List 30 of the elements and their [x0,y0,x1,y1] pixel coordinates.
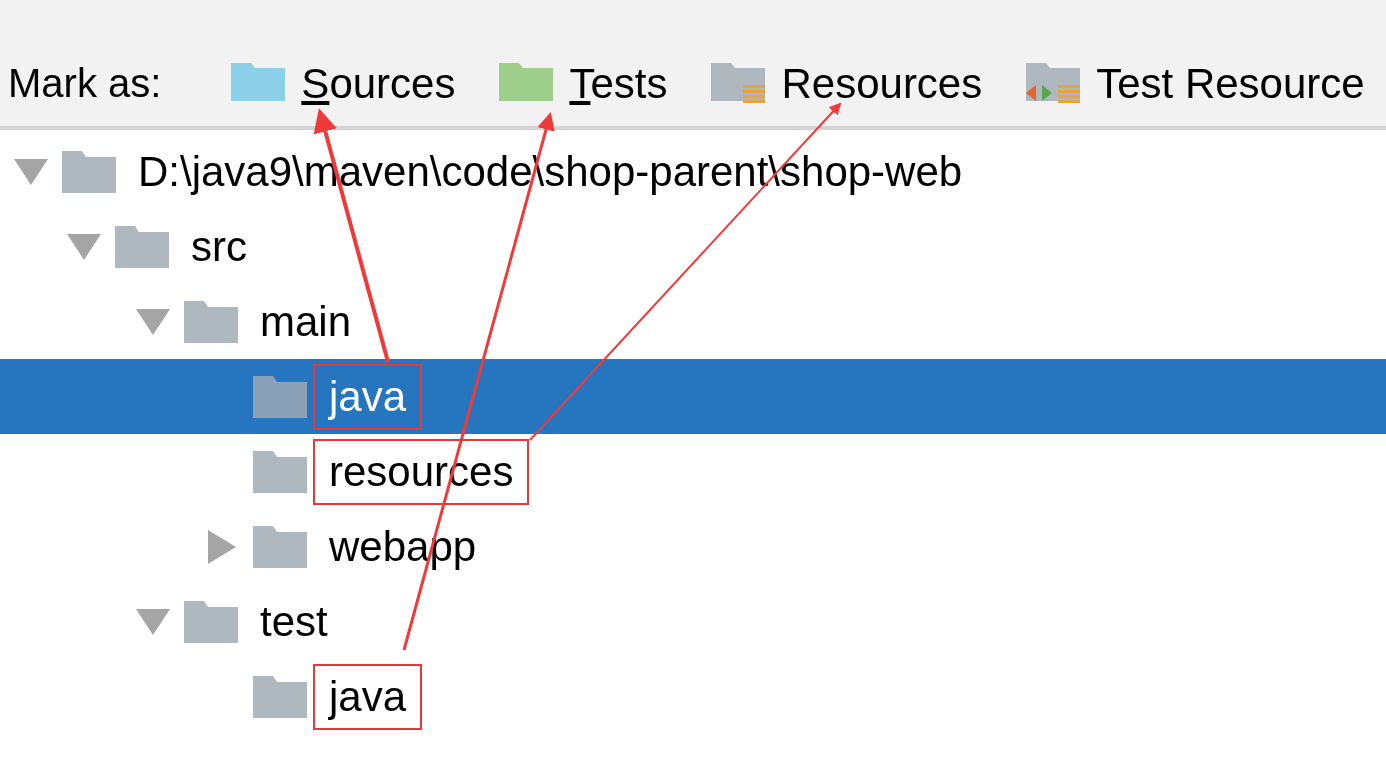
mark-as-button[interactable]: Tests [499,51,668,115]
collapsed-triangle-icon[interactable] [208,529,236,564]
tree-row[interactable]: main [0,284,1386,359]
folder-icon [253,675,307,718]
folder-icon [253,375,307,418]
expanded-triangle-icon[interactable] [67,233,101,260]
tree-row[interactable]: test [0,584,1386,659]
folder-label: src [190,221,248,272]
tree-row[interactable]: java [0,659,1386,734]
folder-label: java [313,663,423,730]
folder-label: java [313,363,423,430]
folder-icon [115,225,169,268]
selected-tree-row[interactable]: java [0,359,1386,434]
expanded-triangle-icon[interactable] [136,608,170,635]
folder-icon [1026,61,1083,105]
folder-icon [711,61,768,105]
mark-as-button[interactable]: Sources [231,51,456,115]
folder-icon [184,600,238,643]
expanded-triangle-icon[interactable] [14,158,48,185]
folder-icon [184,300,238,343]
folder-icon [253,450,307,493]
folder-icon [253,525,307,568]
expanded-triangle-icon[interactable] [136,308,170,335]
folder-label: test [259,596,329,647]
folder-label: main [259,296,353,347]
tree-row[interactable]: src [0,209,1386,284]
mark-as-label: Mark as: [8,60,162,107]
mark-as-button[interactable]: Resources [711,51,983,115]
folder-icon [62,150,116,193]
mark-as-button[interactable]: Test Resource [1026,51,1365,115]
